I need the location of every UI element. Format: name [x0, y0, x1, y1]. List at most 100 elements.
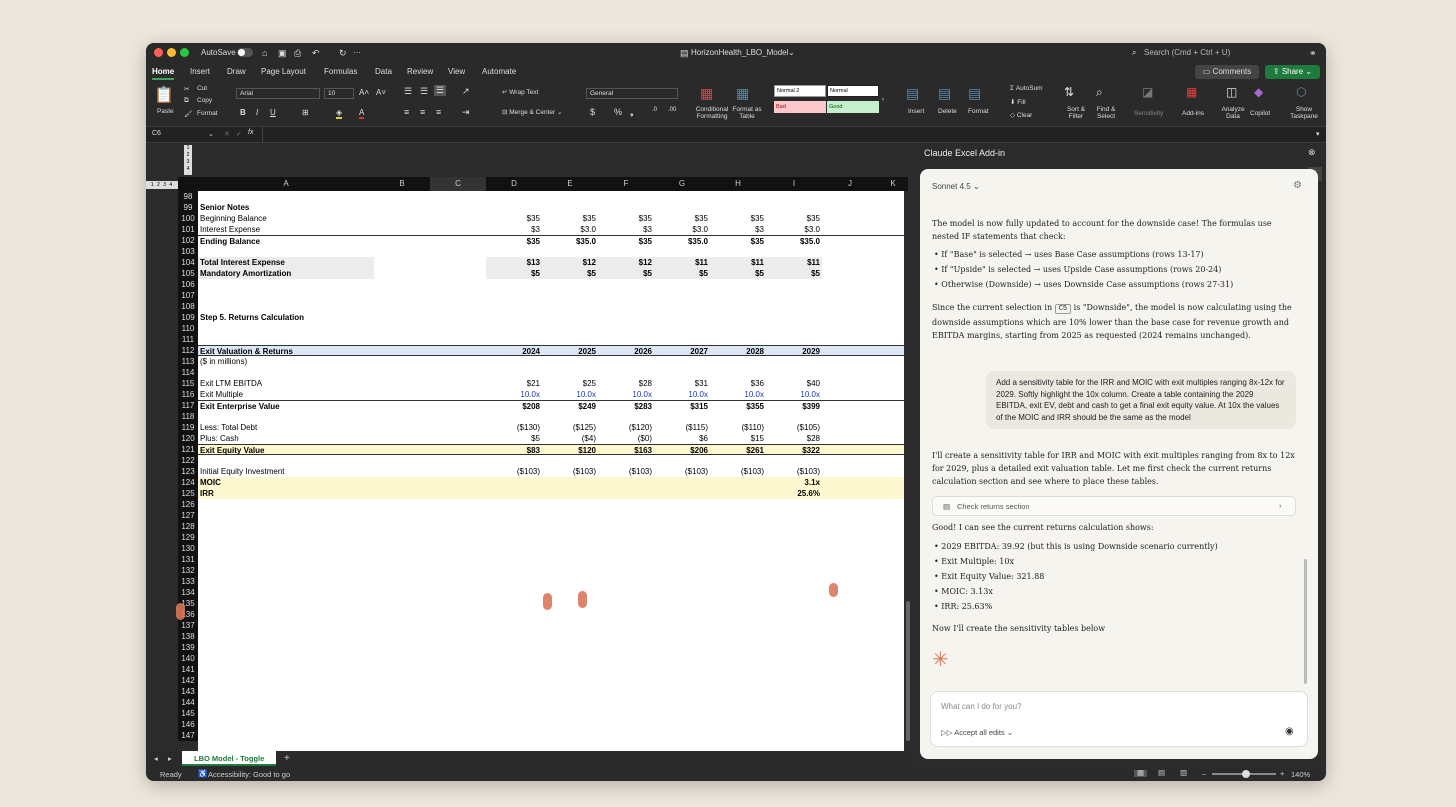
- more-icon[interactable]: ···: [353, 48, 361, 57]
- cell-label[interactable]: [200, 664, 374, 675]
- cell-value[interactable]: ($0): [598, 433, 652, 444]
- cell-label[interactable]: Beginning Balance: [200, 213, 374, 224]
- cell-label[interactable]: [200, 510, 374, 521]
- cell-value[interactable]: [542, 246, 596, 257]
- number-format-select[interactable]: General: [586, 88, 678, 99]
- cell-value[interactable]: 10.0x: [654, 389, 708, 400]
- cell-value[interactable]: $12: [542, 257, 596, 268]
- cell-value[interactable]: 10.0x: [766, 389, 820, 400]
- cell-label[interactable]: [200, 554, 374, 565]
- cell-value[interactable]: [710, 675, 764, 686]
- row-header[interactable]: 117: [178, 400, 198, 411]
- cell-value[interactable]: [486, 510, 540, 521]
- name-box[interactable]: C6: [152, 130, 161, 137]
- cell-value[interactable]: [486, 631, 540, 642]
- cell-value[interactable]: [766, 356, 820, 367]
- row-header[interactable]: 128: [178, 521, 198, 532]
- row-header[interactable]: 100: [178, 213, 198, 224]
- cell-value[interactable]: [486, 609, 540, 620]
- cell-value[interactable]: [710, 323, 764, 334]
- font-size-select[interactable]: 10: [324, 88, 354, 99]
- cell-value[interactable]: [486, 411, 540, 422]
- cell-value[interactable]: [486, 367, 540, 378]
- decrease-decimal-icon[interactable]: .00: [668, 107, 676, 113]
- cell-value[interactable]: [710, 334, 764, 345]
- cell-value[interactable]: [710, 510, 764, 521]
- column-header-f[interactable]: F: [598, 177, 654, 191]
- row-header[interactable]: 130: [178, 543, 198, 554]
- paste-button[interactable]: Paste: [157, 108, 174, 115]
- accessibility-status[interactable]: Accessibility: Good to go: [208, 770, 290, 779]
- style-normal[interactable]: Normal: [827, 85, 879, 97]
- cell-label[interactable]: [200, 675, 374, 686]
- cell-value[interactable]: [654, 290, 708, 301]
- tab-data[interactable]: Data: [375, 67, 392, 76]
- cell-value[interactable]: $11: [654, 257, 708, 268]
- cell-value[interactable]: 25.6%: [766, 488, 820, 499]
- cell-value[interactable]: ($103): [766, 466, 820, 477]
- cell-label[interactable]: Less: Total Debt: [200, 422, 374, 433]
- cell-grid[interactable]: Senior Notes Beginning Balance $35 $35 $35 $…: [198, 191, 908, 751]
- cell-value[interactable]: [598, 719, 652, 730]
- cell-value[interactable]: [710, 477, 764, 488]
- row-header[interactable]: 102: [178, 235, 198, 246]
- cell-value[interactable]: $5: [486, 433, 540, 444]
- tab-review[interactable]: Review: [407, 67, 433, 76]
- cell-value[interactable]: [654, 587, 708, 598]
- cell-label[interactable]: [200, 642, 374, 653]
- enter-icon[interactable]: ✓: [236, 130, 242, 138]
- cell-value[interactable]: $5: [766, 268, 820, 279]
- cell-label[interactable]: [200, 565, 374, 576]
- row-header[interactable]: 109: [178, 312, 198, 323]
- cell-value[interactable]: [542, 675, 596, 686]
- stop-icon[interactable]: ◉: [1285, 726, 1294, 737]
- cell-value[interactable]: [486, 543, 540, 554]
- column-header-h[interactable]: H: [710, 177, 766, 191]
- cell-value[interactable]: [598, 510, 652, 521]
- sensitivity-button[interactable]: Sensitivity: [1134, 110, 1163, 117]
- row-header[interactable]: 113: [178, 356, 198, 367]
- cell-label[interactable]: [200, 686, 374, 697]
- cell-value[interactable]: [710, 279, 764, 290]
- accept-all-edits-button[interactable]: ▷▷ Accept all edits ⌄: [941, 728, 1013, 737]
- cell-value[interactable]: ($103): [486, 466, 540, 477]
- align-top-icon[interactable]: ☰: [404, 86, 412, 97]
- cell-value[interactable]: [710, 719, 764, 730]
- cell-value[interactable]: [598, 587, 652, 598]
- cell-value[interactable]: [766, 642, 820, 653]
- column-outline-levels[interactable]: 1 2 3 4: [146, 181, 178, 189]
- cell-value[interactable]: [542, 191, 596, 202]
- align-left-icon[interactable]: ≡: [404, 107, 409, 117]
- cell-value[interactable]: [766, 191, 820, 202]
- cell-value[interactable]: [766, 565, 820, 576]
- cell-value[interactable]: $12: [598, 257, 652, 268]
- cell-value[interactable]: [654, 312, 708, 323]
- cell-value[interactable]: [654, 323, 708, 334]
- row-header[interactable]: 121: [178, 444, 198, 455]
- cell-value[interactable]: [710, 598, 764, 609]
- cell-value[interactable]: ($103): [710, 466, 764, 477]
- comma-icon[interactable]: ❟: [630, 107, 634, 118]
- font-color-icon[interactable]: A: [359, 108, 365, 119]
- cell-value[interactable]: [598, 653, 652, 664]
- cell-value[interactable]: [486, 312, 540, 323]
- style-good[interactable]: Good: [827, 101, 879, 113]
- cell-value[interactable]: [486, 499, 540, 510]
- cell-value[interactable]: $11: [710, 257, 764, 268]
- copy-button[interactable]: Copy: [197, 97, 212, 104]
- cell-value[interactable]: $3: [710, 224, 764, 235]
- cell-value[interactable]: [486, 565, 540, 576]
- row-header[interactable]: 110: [178, 323, 198, 334]
- row-header[interactable]: 105: [178, 268, 198, 279]
- cell-label[interactable]: [200, 246, 374, 257]
- cell-label[interactable]: [200, 499, 374, 510]
- comments-button[interactable]: ▭ Comments: [1195, 65, 1259, 79]
- chevron-down-icon[interactable]: ⌄: [788, 48, 795, 57]
- cell-value[interactable]: [766, 664, 820, 675]
- cell-value[interactable]: $15: [710, 433, 764, 444]
- cell-value[interactable]: [598, 543, 652, 554]
- insert-cells-button[interactable]: Insert: [908, 108, 924, 115]
- cell-value[interactable]: [486, 290, 540, 301]
- minimize-window-button[interactable]: [167, 48, 176, 57]
- cell-label[interactable]: [200, 411, 374, 422]
